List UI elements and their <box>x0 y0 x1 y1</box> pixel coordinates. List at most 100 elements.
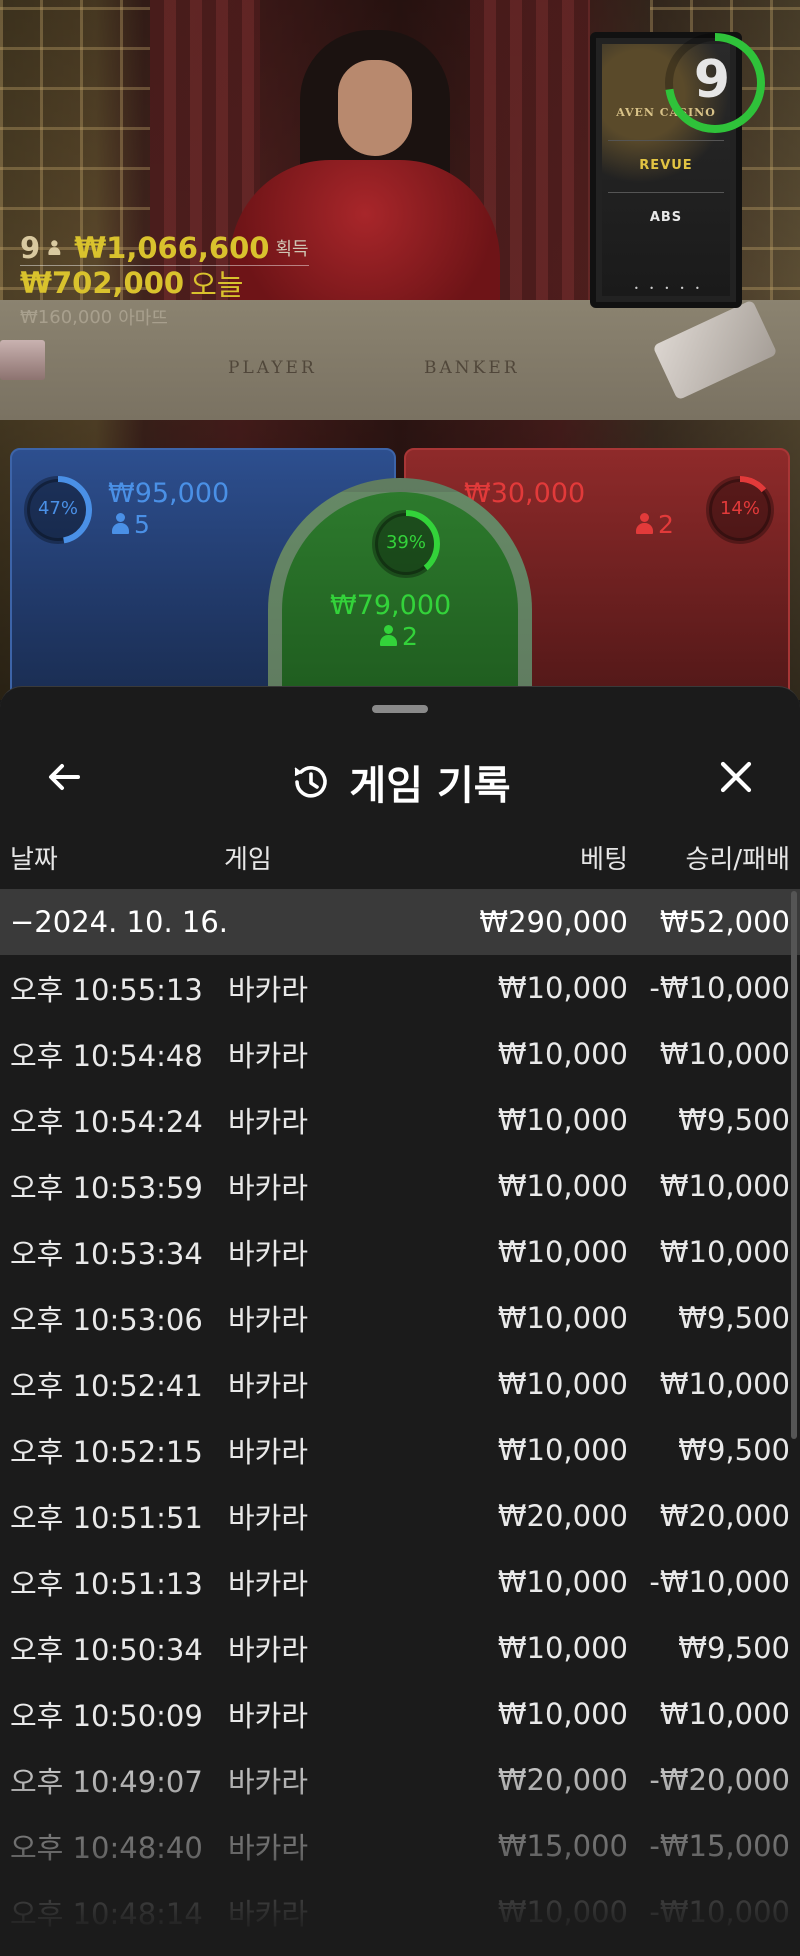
row-time: 오후 10:50:34 <box>10 1633 203 1667</box>
person-icon <box>636 513 653 535</box>
sponsor-divider <box>608 140 724 141</box>
history-row[interactable]: 오후 10:54:48 바카라 ₩10,000 ₩10,000 <box>0 1021 800 1087</box>
row-result: ₩10,000 <box>659 1697 790 1731</box>
person-icon <box>48 239 61 255</box>
row-game: 바카라 <box>228 1699 309 1733</box>
tie-total-bet: ₩79,000 <box>330 590 452 621</box>
row-result: ₩9,500 <box>678 1433 790 1467</box>
row-game: 바카라 <box>228 1765 309 1799</box>
close-button[interactable] <box>708 749 764 805</box>
row-time: 오후 10:53:34 <box>10 1237 203 1271</box>
felt-player-label: PLAYER <box>228 358 317 378</box>
banker-bettors-count: 2 <box>658 510 674 539</box>
row-bet: ₩20,000 <box>497 1499 628 1533</box>
winners-row-third: ₩160,000 아마뜨 <box>20 300 309 334</box>
person-icon <box>112 513 129 535</box>
felt-banker-label: BANKER <box>424 358 520 378</box>
timer-value: 9 <box>693 50 731 110</box>
history-row[interactable]: 오후 10:51:51 바카라 ₩20,000 ₩20,000 <box>0 1483 800 1549</box>
tie-percent: 39% <box>385 532 426 553</box>
row-game: 바카라 <box>228 1171 309 1205</box>
history-row[interactable]: 오후 10:53:34 바카라 ₩10,000 ₩10,000 <box>0 1219 800 1285</box>
player-bettors: 5 <box>112 510 150 539</box>
winners-today-amount: ₩702,000 <box>20 266 185 300</box>
row-result: -₩10,000 <box>649 1895 790 1929</box>
history-row[interactable]: 오후 10:53:59 바카라 ₩10,000 ₩10,000 <box>0 1153 800 1219</box>
row-bet: ₩20,000 <box>497 1763 628 1797</box>
row-result: ₩10,000 <box>659 1169 790 1203</box>
row-time: 오후 10:51:13 <box>10 1567 203 1601</box>
close-icon <box>720 761 752 793</box>
tie-percent-ring: 39% <box>370 508 442 580</box>
row-time: 오후 10:48:14 <box>10 1897 203 1931</box>
sheet-drag-handle[interactable] <box>372 705 428 713</box>
page-title: 게임 기록 <box>349 763 511 809</box>
row-time: 오후 10:52:41 <box>10 1369 203 1403</box>
row-game: 바카라 <box>228 1105 309 1139</box>
history-list: −2024. 10. 16. ₩290,000 ₩52,000 오후 10:55… <box>0 889 800 1945</box>
player-bettors-count: 5 <box>134 510 150 539</box>
sheet-header: 게임 기록 <box>0 727 800 827</box>
tie-bettors-count: 2 <box>402 622 418 651</box>
row-bet: ₩15,000 <box>497 1829 628 1863</box>
row-bet: ₩10,000 <box>497 1169 628 1203</box>
row-bet: ₩10,000 <box>497 1433 628 1467</box>
row-game: 바카라 <box>228 1303 309 1337</box>
winners-today-label: 오늘 <box>190 268 244 302</box>
row-game: 바카라 <box>228 1567 309 1601</box>
row-time: 오후 10:54:48 <box>10 1039 203 1073</box>
history-row[interactable]: 오후 10:48:40 바카라 ₩15,000 -₩15,000 <box>0 1813 800 1879</box>
sponsor-logo-abs: ABS <box>649 210 683 225</box>
row-bet: ₩10,000 <box>497 1037 628 1071</box>
history-row[interactable]: 오후 10:50:34 바카라 ₩10,000 ₩9,500 <box>0 1615 800 1681</box>
live-video-stage: PLAYER BANKER AVEN CASINO REVUE ABS • • … <box>0 0 800 700</box>
history-row[interactable]: 오후 10:48:14 바카라 ₩10,000 -₩10,000 <box>0 1879 800 1945</box>
history-row[interactable]: 오후 10:52:41 바카라 ₩10,000 ₩10,000 <box>0 1351 800 1417</box>
dealer-face <box>338 60 412 156</box>
history-row[interactable]: 오후 10:53:06 바카라 ₩10,000 ₩9,500 <box>0 1285 800 1351</box>
row-bet: ₩10,000 <box>497 1367 628 1401</box>
game-history-sheet: 게임 기록 날짜 게임 베팅 승리/패배 −2024. 10. 16. ₩290… <box>0 686 800 1956</box>
scrollbar[interactable] <box>791 891 797 1439</box>
winners-top-amount: ₩1,066,600 <box>74 230 270 265</box>
winners-row-top: 9 ₩1,066,600 획득 <box>20 230 309 266</box>
row-time: 오후 10:51:51 <box>10 1501 203 1535</box>
card-stack <box>0 340 45 380</box>
row-time: 오후 10:52:15 <box>10 1435 203 1469</box>
row-time: 오후 10:53:06 <box>10 1303 203 1337</box>
person-icon <box>380 625 397 647</box>
row-result: ₩9,500 <box>678 1301 790 1335</box>
row-time: 오후 10:48:40 <box>10 1831 203 1865</box>
row-bet: ₩10,000 <box>497 1103 628 1137</box>
row-game: 바카라 <box>228 1831 309 1865</box>
day-group-header[interactable]: −2024. 10. 16. ₩290,000 ₩52,000 <box>0 889 800 955</box>
winners-top-label: 획득 <box>275 238 309 260</box>
row-bet: ₩10,000 <box>497 971 628 1005</box>
row-bet: ₩10,000 <box>497 1631 628 1665</box>
row-result: -₩15,000 <box>649 1829 790 1863</box>
column-bet: 베팅 <box>580 844 628 875</box>
history-rows: 오후 10:55:13 바카라 ₩10,000 -₩10,000 오후 10:54:48… <box>0 955 800 1945</box>
player-total-bet: ₩95,000 <box>108 478 230 509</box>
history-row[interactable]: 오후 10:52:15 바카라 ₩10,000 ₩9,500 <box>0 1417 800 1483</box>
player-percent-ring: 47% <box>22 474 94 546</box>
history-row[interactable]: 오후 10:54:24 바카라 ₩10,000 ₩9,500 <box>0 1087 800 1153</box>
row-result: ₩10,000 <box>659 1367 790 1401</box>
row-game: 바카라 <box>228 1633 309 1667</box>
row-bet: ₩10,000 <box>497 1235 628 1269</box>
row-result: -₩10,000 <box>649 1565 790 1599</box>
row-game: 바카라 <box>228 973 309 1007</box>
history-row[interactable]: 오후 10:51:13 바카라 ₩10,000 -₩10,000 <box>0 1549 800 1615</box>
row-time: 오후 10:54:24 <box>10 1105 203 1139</box>
winners-count: 9 <box>20 230 41 265</box>
history-row[interactable]: 오후 10:49:07 바카라 ₩20,000 -₩20,000 <box>0 1747 800 1813</box>
history-row[interactable]: 오후 10:55:13 바카라 ₩10,000 -₩10,000 <box>0 955 800 1021</box>
row-result: ₩9,500 <box>678 1631 790 1665</box>
banker-percent: 14% <box>719 498 760 519</box>
history-row[interactable]: 오후 10:50:09 바카라 ₩10,000 ₩10,000 <box>0 1681 800 1747</box>
winners-row-today: ₩702,000 오늘 <box>20 266 309 302</box>
winners-third-amount: ₩160,000 <box>20 306 113 328</box>
day-date: −2024. 10. 16. <box>10 905 228 939</box>
winners-overlay: 9 ₩1,066,600 획득 ₩702,000 오늘 ₩160,000 아마뜨 <box>20 230 309 334</box>
row-result: -₩10,000 <box>649 971 790 1005</box>
